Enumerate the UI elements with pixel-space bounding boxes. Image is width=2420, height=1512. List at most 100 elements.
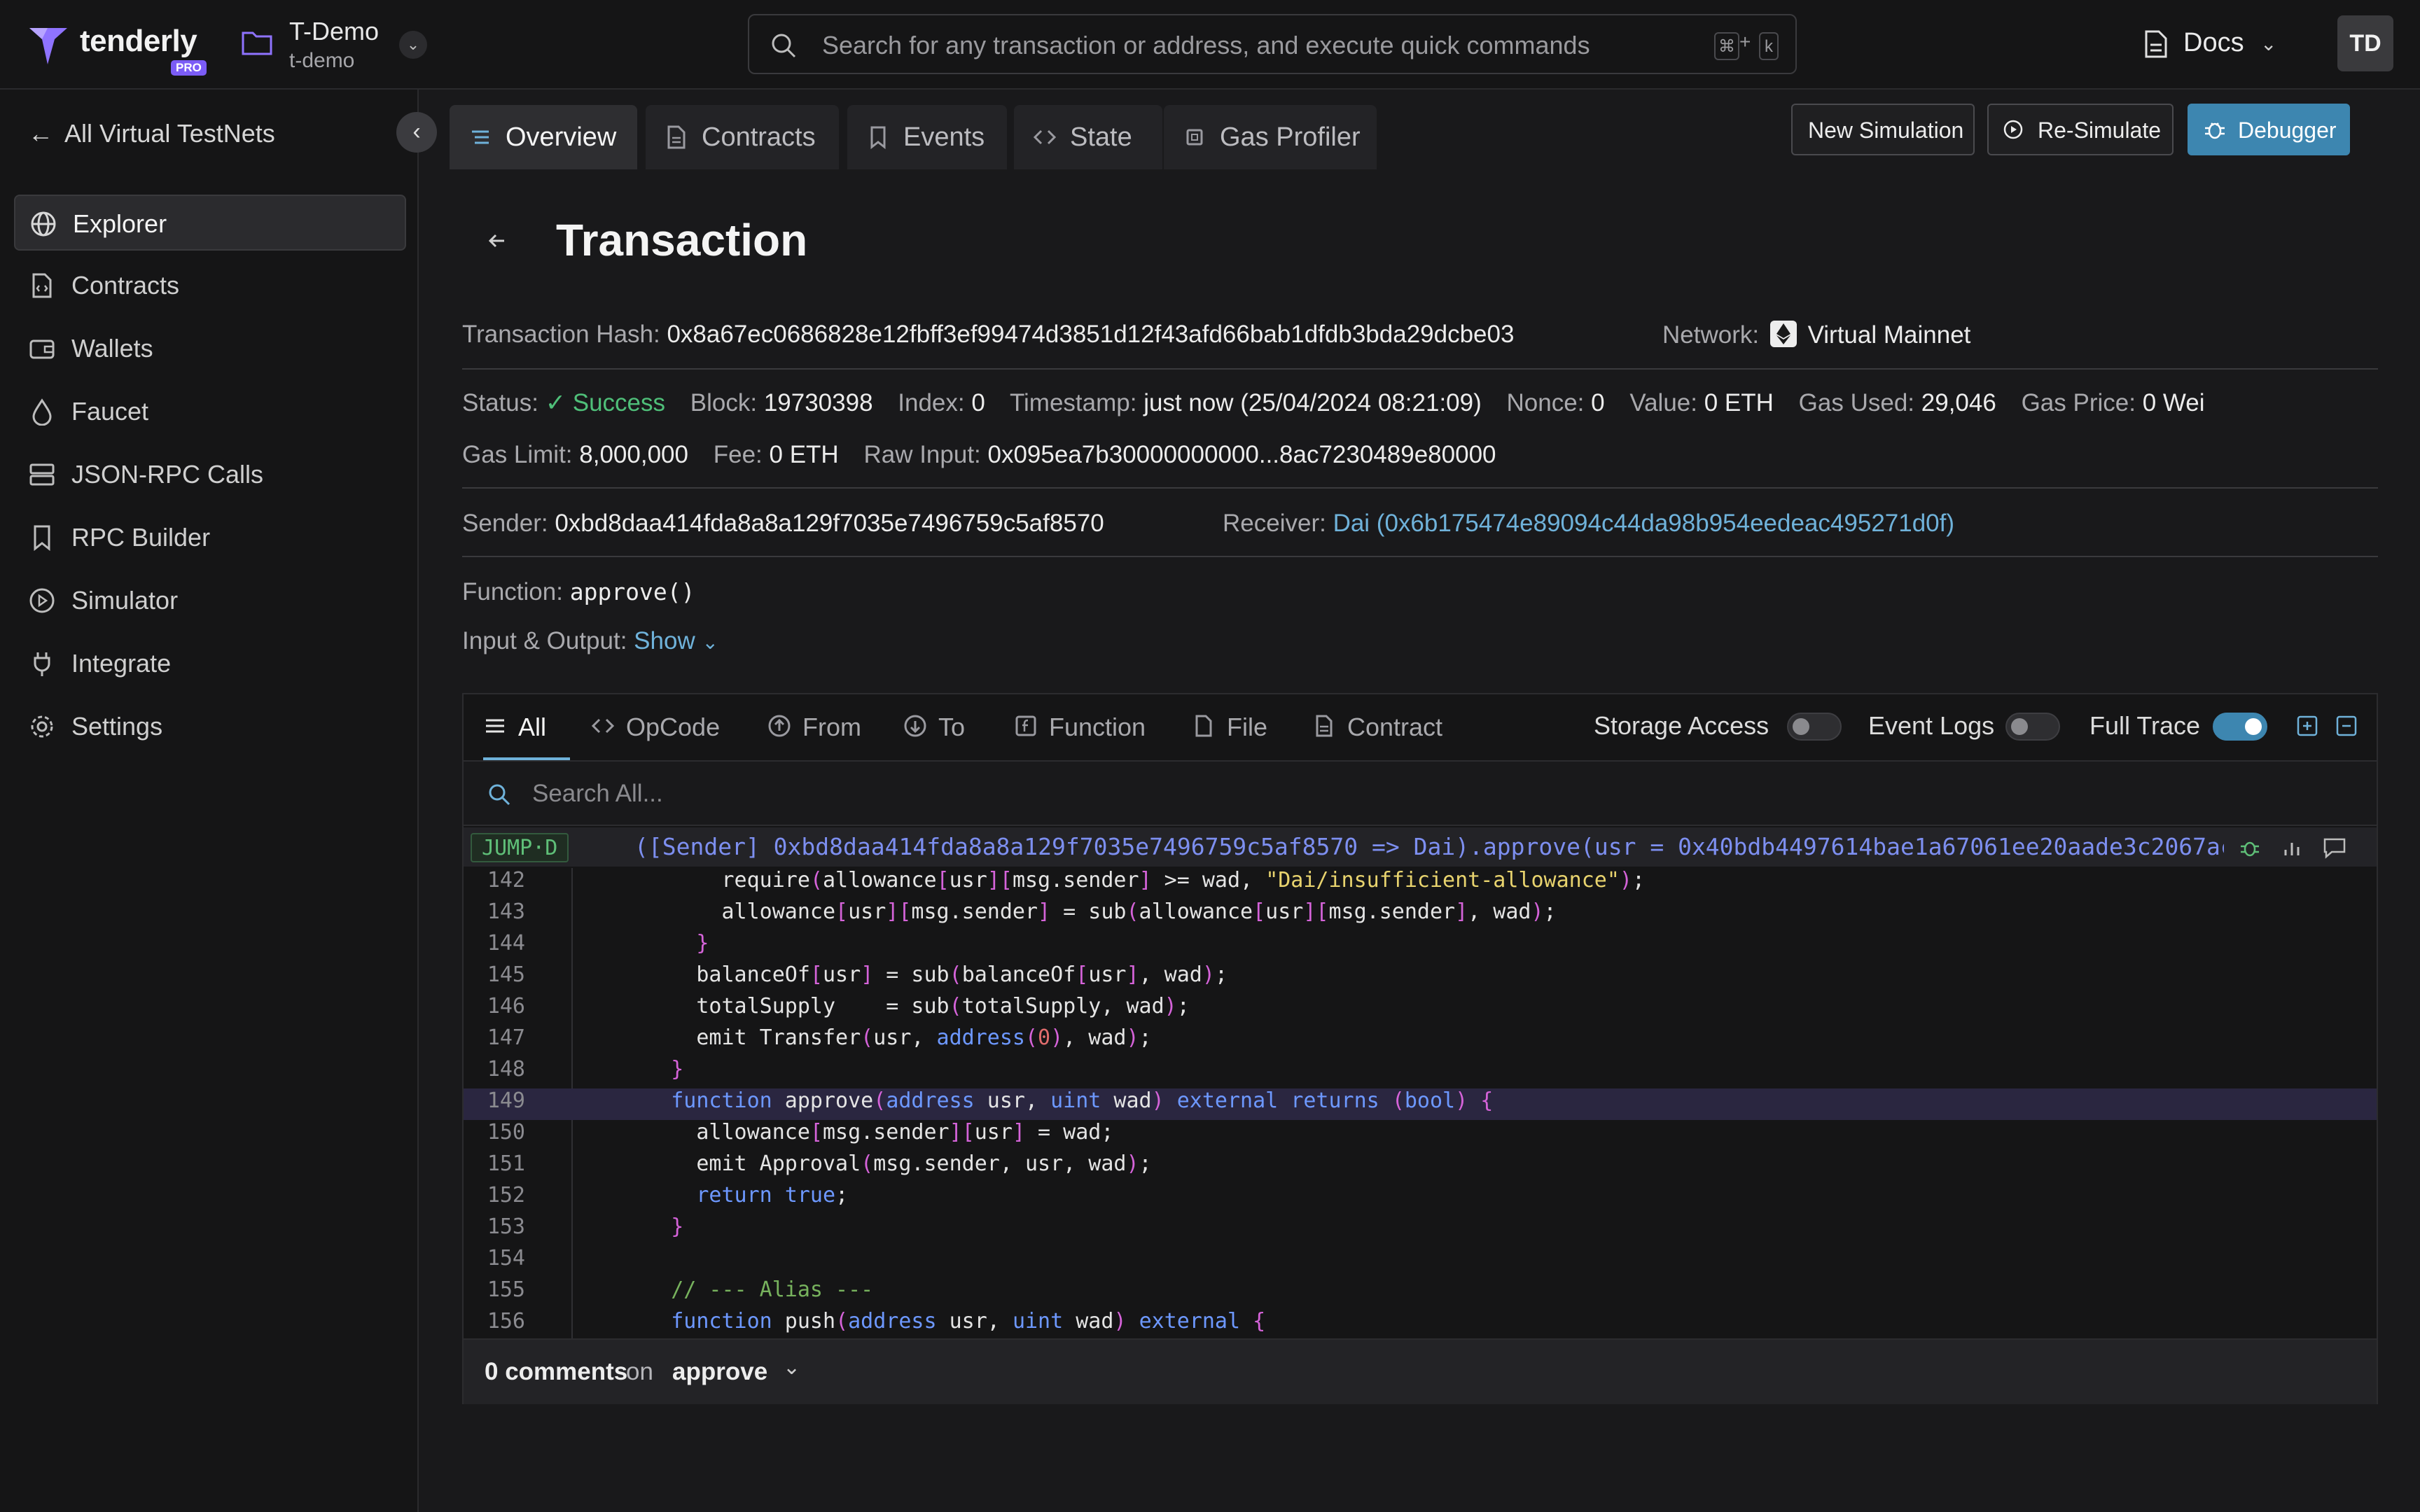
block-value[interactable]: 19730398 [764, 389, 873, 416]
trace-tab-to[interactable]: To [903, 697, 980, 757]
sidebar-item-contracts[interactable]: Contracts [14, 258, 406, 314]
code-line[interactable]: 150 allowance[msg.sender][usr] = wad; [464, 1120, 2377, 1152]
tab-events[interactable]: Events [847, 105, 1007, 169]
tab-label: Gas Profiler [1220, 122, 1361, 152]
code-line[interactable]: 142 require(allowance[usr][msg.sender] >… [464, 868, 2377, 899]
chevron-down-icon[interactable]: ⌄ [702, 631, 718, 653]
sidebar-item-settings[interactable]: Settings [14, 699, 406, 755]
button-label: New Simulation [1808, 118, 1964, 143]
raw-input-value[interactable]: 0x095ea7b30000000000...8ac7230489e80000 [988, 441, 1496, 468]
bookmark-icon [34, 525, 50, 552]
bar-chart-icon[interactable] [2280, 836, 2304, 860]
project-name[interactable]: T-Demo [289, 17, 379, 46]
user-avatar[interactable]: TD [2337, 15, 2393, 71]
sidebar-item-rpc-builder[interactable]: RPC Builder [14, 510, 406, 566]
sidebar-item-simulator[interactable]: Simulator [14, 573, 406, 629]
sender-address[interactable]: 0xbd8daa414fda8a8a129f7035e7496759c5af85… [555, 510, 1104, 537]
input-output-label: Input & Output: [462, 627, 627, 654]
docs-menu[interactable]: Docs [2183, 28, 2244, 58]
play-circle-icon [2003, 120, 2023, 139]
tab-gas-profiler[interactable]: Gas Profiler [1164, 105, 1377, 169]
storage-access-toggle[interactable] [1787, 713, 1842, 741]
transaction-hash-value[interactable]: 0x8a67ec0686828e12fbff3ef99474d3851d12f4… [667, 321, 1514, 348]
gas-used-label: Gas Used: [1798, 389, 1915, 416]
code-line[interactable]: 145 balanceOf[usr] = sub(balanceOf[usr],… [464, 962, 2377, 994]
input-output-show-toggle[interactable]: Show [634, 627, 695, 654]
sidebar-item-explorer[interactable]: Explorer [14, 195, 406, 251]
tab-overview[interactable]: Overview [450, 105, 637, 169]
event-logs-toggle[interactable] [2005, 713, 2060, 741]
comments-bar[interactable]: 0 comments on approve ⌄ [464, 1338, 2377, 1404]
code-text: return true; [696, 1183, 849, 1208]
trace-tab-from[interactable]: From [767, 697, 865, 757]
trace-tab-contract[interactable]: Contract [1312, 697, 1452, 757]
sender-label: Sender: [462, 510, 548, 537]
code-line[interactable]: 151 emit Approval(msg.sender, usr, wad); [464, 1152, 2377, 1183]
sidebar-item-json-rpc-calls[interactable]: JSON-RPC Calls [14, 447, 406, 503]
receiver-row: Receiver: Dai (0x6b175474e89094c44da98b9… [1223, 510, 1954, 538]
contract-file-icon [32, 273, 52, 298]
code-line[interactable]: 147 emit Transfer(usr, address(0), wad); [464, 1026, 2377, 1057]
trace-tab-file[interactable]: File [1192, 697, 1276, 757]
plug-icon [34, 652, 50, 676]
tab-label: Overview [506, 122, 617, 152]
comment-icon[interactable] [2322, 836, 2347, 860]
code-line[interactable]: 153 } [464, 1214, 2377, 1246]
sidebar-item-label: Settings [71, 712, 163, 741]
divider [462, 556, 2378, 557]
network-row: Network: Virtual Mainnet [1662, 321, 1970, 349]
expand-all-icon[interactable] [2295, 714, 2319, 738]
network-value: Virtual Mainnet [1807, 321, 1971, 349]
code-line[interactable]: 148 } [464, 1057, 2377, 1088]
source-code-viewer: 142 require(allowance[usr][msg.sender] >… [464, 868, 2377, 1338]
trace-call-text[interactable]: ([Sender] 0xbd8daa414fda8a8a129f7035e749… [634, 833, 2224, 860]
chip-icon [1186, 129, 1203, 146]
code-text: totalSupply = sub(totalSupply, wad); [620, 994, 1190, 1018]
play-circle-icon [29, 588, 55, 613]
bookmark-icon [870, 126, 886, 150]
line-number: 154 [487, 1246, 525, 1270]
sidebar-item-label: Faucet [71, 397, 149, 426]
trace-tab-function[interactable]: Function [1014, 697, 1154, 757]
trace-search-input[interactable]: Search All... [464, 760, 2377, 826]
docs-chevron-down-icon[interactable]: ⌄ [2260, 32, 2276, 55]
debugger-button[interactable]: Debugger [2188, 104, 2350, 155]
code-line[interactable]: 155 // --- Alias --- [464, 1278, 2377, 1309]
brand-name[interactable]: tenderly [80, 24, 197, 59]
receiver-address-link[interactable]: Dai (0x6b175474e89094c44da98b954eedeac49… [1333, 510, 1954, 537]
code-line[interactable]: 152 return true; [464, 1183, 2377, 1214]
trace-tab-opcode[interactable]: OpCode [591, 697, 731, 757]
code-line[interactable]: 154 [464, 1246, 2377, 1278]
back-to-virtual-testnets[interactable]: ← All Virtual TestNets [28, 119, 275, 148]
bug-icon[interactable] [2238, 836, 2262, 860]
code-line[interactable]: 156 function push(address usr, uint wad)… [464, 1309, 2377, 1338]
tab-contracts[interactable]: Contracts [646, 105, 839, 169]
full-trace-toggle[interactable] [2213, 713, 2267, 741]
code-line[interactable]: 143 allowance[usr][msg.sender] = sub(all… [464, 899, 2377, 931]
globe-icon [31, 211, 56, 237]
sidebar-item-integrate[interactable]: Integrate [14, 636, 406, 692]
new-simulation-button[interactable]: New Simulation [1791, 104, 1975, 155]
status-value: Success [572, 389, 666, 416]
sidebar-item-wallets[interactable]: Wallets [14, 321, 406, 377]
line-number: 148 [487, 1057, 525, 1082]
pro-badge: PRO [171, 60, 207, 76]
arrow-left-icon[interactable] [483, 225, 514, 256]
sidebar-item-faucet[interactable]: Faucet [14, 384, 406, 440]
code-line[interactable]: 144 } [464, 931, 2377, 962]
code-text: // --- Alias --- [620, 1278, 874, 1302]
code-text: emit Approval(msg.sender, usr, wad); [620, 1152, 1152, 1176]
collapse-all-icon[interactable] [2335, 714, 2358, 738]
code-line[interactable]: 149 function approve(address usr, uint w… [464, 1088, 2377, 1120]
trace-tab-label: All [518, 713, 547, 741]
collapse-sidebar-chevron-icon[interactable]: ‹ [396, 112, 437, 153]
line-number: 149 [487, 1088, 525, 1113]
code-line[interactable]: 146 totalSupply = sub(totalSupply, wad); [464, 994, 2377, 1026]
project-switcher-chevron-icon[interactable]: ⌄ [399, 31, 427, 59]
tenderly-logo-icon[interactable] [27, 24, 70, 67]
tab-state[interactable]: State [1014, 105, 1162, 169]
global-search[interactable]: Search for any transaction or address, a… [748, 14, 1797, 74]
trace-tab-all[interactable]: All [483, 697, 570, 760]
resimulate-button[interactable]: Re-Simulate [1987, 104, 2174, 155]
chevron-down-icon[interactable]: ⌄ [783, 1355, 800, 1380]
